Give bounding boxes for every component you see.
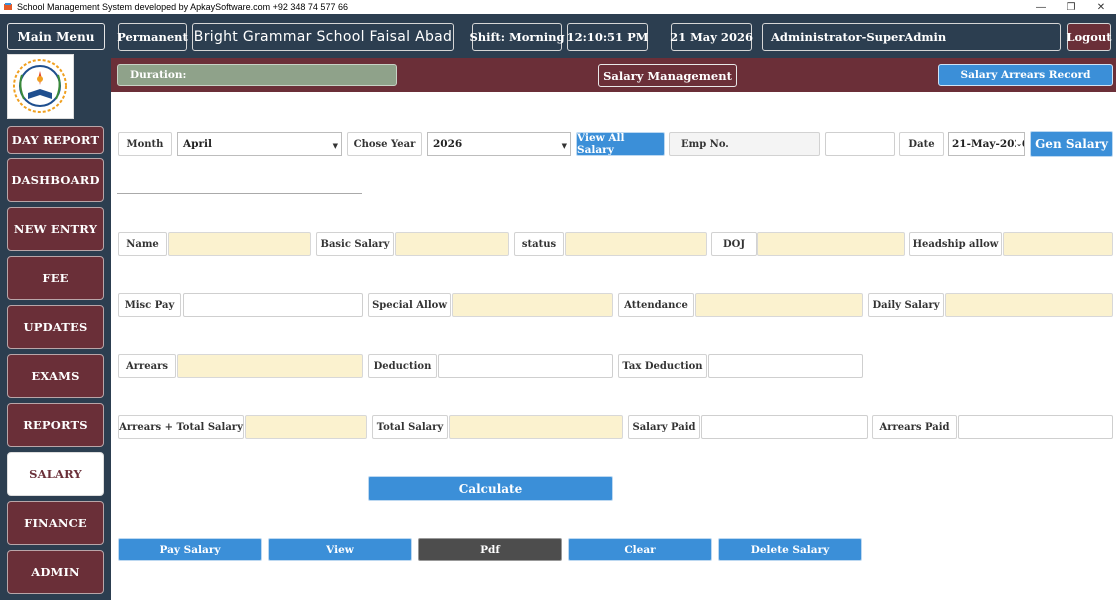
misc-pay-label: Misc Pay	[118, 293, 181, 317]
month-value: April	[183, 138, 212, 150]
main-panel	[111, 92, 1116, 600]
shift-label: Shift: Morning	[469, 23, 565, 51]
doj-label: DOJ	[711, 232, 757, 256]
sidebar-item-fee[interactable]: FEE	[7, 256, 104, 300]
basic-salary-label: Basic Salary	[316, 232, 394, 256]
pay-salary-button[interactable]: Pay Salary	[118, 538, 262, 561]
delete-salary-button[interactable]: Delete Salary	[718, 538, 862, 561]
close-icon[interactable]: ✕	[1086, 0, 1116, 14]
school-name: Bright Grammar School Faisal Abad	[192, 23, 454, 51]
total-salary-label: Total Salary	[372, 415, 448, 439]
daily-salary-label: Daily Salary	[868, 293, 944, 317]
clock-time: 12:10:51 PM	[567, 23, 648, 51]
arrears-paid-input[interactable]	[958, 415, 1113, 439]
date-picker[interactable]: 21-May-2026 ⌄	[948, 132, 1025, 156]
current-date: 21 May 2026	[670, 23, 753, 51]
year-label: Chose Year	[347, 132, 422, 156]
status-field[interactable]	[565, 232, 707, 256]
month-label: Month	[118, 132, 172, 156]
sidebar-item-exams[interactable]: EXAMS	[7, 354, 104, 398]
window-title: School Management System developed by Ap…	[17, 2, 348, 12]
name-field[interactable]	[168, 232, 311, 256]
salary-paid-input[interactable]	[701, 415, 868, 439]
school-logo	[7, 54, 74, 119]
logout-button[interactable]: Logout	[1066, 23, 1112, 51]
gen-salary-button[interactable]: Gen Salary	[1030, 131, 1113, 157]
deduction-input[interactable]	[438, 354, 613, 378]
arrears-field[interactable]	[177, 354, 363, 378]
salary-paid-label: Salary Paid	[628, 415, 700, 439]
sidebar-item-updates[interactable]: UPDATES	[7, 305, 104, 349]
title-bar: School Management System developed by Ap…	[0, 0, 1116, 14]
arrears-label: Arrears	[118, 354, 176, 378]
date-label: Date	[899, 132, 944, 156]
sidebar-item-finance[interactable]: FINANCE	[7, 501, 104, 545]
arrears-paid-label: Arrears Paid	[872, 415, 957, 439]
permanent-button[interactable]: Permanent	[117, 23, 188, 51]
daily-salary-field[interactable]	[945, 293, 1113, 317]
restore-icon[interactable]: ❐	[1056, 0, 1086, 14]
main-menu-button[interactable]: Main Menu	[7, 23, 105, 50]
sidebar-item-dashboard[interactable]: DASHBOARD	[7, 158, 104, 202]
pdf-button[interactable]: Pdf	[418, 538, 562, 561]
year-select[interactable]: 2026 ▼	[427, 132, 571, 156]
misc-pay-input[interactable]	[183, 293, 363, 317]
attendance-label: Attendance	[618, 293, 694, 317]
basic-salary-field[interactable]	[395, 232, 509, 256]
minimize-icon[interactable]: —	[1026, 0, 1056, 14]
total-salary-field[interactable]	[449, 415, 623, 439]
deduction-label: Deduction	[368, 354, 437, 378]
month-select[interactable]: April ▼	[177, 132, 342, 156]
chevron-down-icon: ⌄	[1016, 139, 1022, 148]
status-label: status	[514, 232, 564, 256]
app-window: School Management System developed by Ap…	[0, 0, 1116, 600]
school-logo-icon	[13, 59, 67, 113]
divider	[117, 193, 362, 194]
chevron-down-icon: ▼	[332, 141, 338, 150]
user-label: Administrator-SuperAdmin	[762, 23, 1061, 51]
emp-no-input[interactable]	[825, 132, 895, 156]
sidebar-item-reports[interactable]: REPORTS	[7, 403, 104, 447]
view-all-salary-button[interactable]: View All Salary	[576, 132, 665, 156]
attendance-field[interactable]	[695, 293, 863, 317]
sidebar-item-admin[interactable]: ADMIN	[7, 550, 104, 594]
arrears-total-field[interactable]	[245, 415, 367, 439]
arrears-total-label: Arrears + Total Salary	[118, 415, 244, 439]
page-title: Salary Management	[598, 64, 737, 87]
doj-field[interactable]	[757, 232, 905, 256]
chevron-down-icon: ▼	[561, 141, 567, 150]
sidebar-item-salary[interactable]: SALARY	[7, 452, 104, 496]
view-button[interactable]: View	[268, 538, 412, 561]
tax-deduction-input[interactable]	[708, 354, 863, 378]
date-value: 21-May-2026	[952, 138, 1025, 150]
sidebar-item-day-report[interactable]: DAY REPORT	[7, 126, 104, 154]
name-label: Name	[118, 232, 167, 256]
salary-arrears-record-button[interactable]: Salary Arrears Record	[938, 64, 1113, 86]
app-icon	[4, 3, 12, 10]
tax-deduction-label: Tax Deduction	[618, 354, 707, 378]
headship-allow-label: Headship allow	[909, 232, 1002, 256]
year-value: 2026	[433, 138, 463, 150]
special-allow-field[interactable]	[452, 293, 613, 317]
sidebar-item-new-entry[interactable]: NEW ENTRY	[7, 207, 104, 251]
duration-field: Duration:	[117, 64, 397, 86]
headship-allow-field[interactable]	[1003, 232, 1113, 256]
calculate-button[interactable]: Calculate	[368, 476, 613, 501]
clear-button[interactable]: Clear	[568, 538, 712, 561]
emp-no-label: Emp No.	[669, 132, 820, 156]
special-allow-label: Special Allow	[368, 293, 451, 317]
